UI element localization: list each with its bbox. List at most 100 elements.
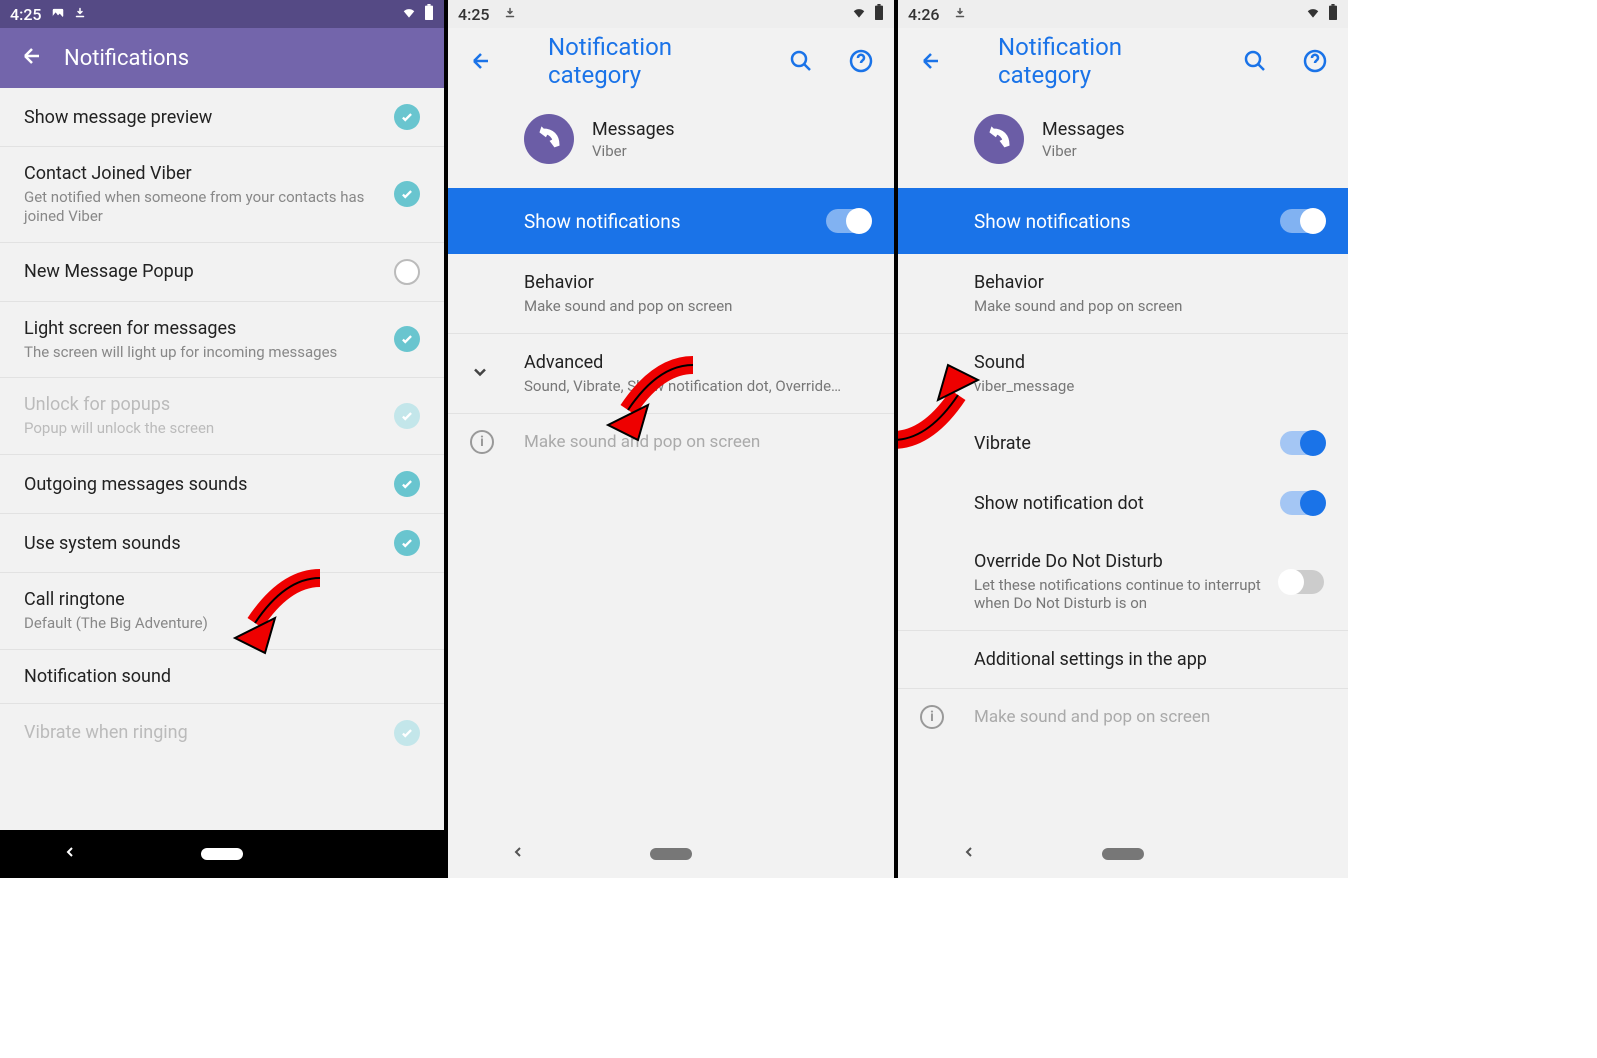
download-icon	[954, 5, 966, 24]
row-title: Contact Joined Viber	[24, 163, 382, 184]
row-title: New Message Popup	[24, 261, 382, 282]
row-notification-sound[interactable]: Notification sound	[0, 650, 444, 704]
status-bar: 4:26	[898, 0, 1348, 28]
app-name: Messages	[592, 119, 675, 140]
back-icon[interactable]	[460, 40, 502, 82]
row-use-system-sounds[interactable]: Use system sounds	[0, 514, 444, 573]
toggle-switch[interactable]	[1280, 431, 1324, 455]
app-bar: Notifications	[0, 28, 444, 88]
nav-back-icon[interactable]	[62, 844, 78, 864]
panel-notification-category-collapsed: 4:25 Notification category Messages Vib	[448, 0, 898, 878]
toggle-switch[interactable]	[826, 209, 870, 233]
search-icon[interactable]	[780, 40, 822, 82]
row-behavior[interactable]: Behavior Make sound and pop on screen	[898, 254, 1348, 334]
info-icon: i	[470, 430, 494, 454]
panel-viber-notifications: 4:25 Notifications	[0, 0, 448, 878]
info-icon: i	[920, 705, 944, 729]
row-title: Call ringtone	[24, 589, 420, 610]
nav-home-icon[interactable]	[201, 848, 243, 860]
nav-back-icon[interactable]	[961, 844, 977, 864]
status-bar: 4:25	[448, 0, 894, 28]
row-vibrate-when-ringing: Vibrate when ringing	[0, 704, 444, 762]
row-title: Vibrate when ringing	[24, 722, 382, 743]
row-subtitle: Let these notifications continue to inte…	[974, 576, 1280, 612]
checkmark-icon[interactable]	[394, 181, 420, 207]
page-title: Notification category	[548, 33, 762, 89]
row-contact-joined[interactable]: Contact Joined Viber Get notified when s…	[0, 147, 444, 243]
row-new-message-popup[interactable]: New Message Popup	[0, 243, 444, 302]
row-subtitle: Get notified when someone from your cont…	[24, 188, 382, 226]
row-title: Show notification dot	[974, 493, 1280, 514]
help-icon[interactable]	[1294, 40, 1336, 82]
app-vendor: Viber	[1042, 142, 1125, 160]
row-show-notifications[interactable]: Show notifications	[448, 188, 894, 254]
toggle-switch[interactable]	[1280, 209, 1324, 233]
row-title: Vibrate	[974, 433, 1280, 454]
row-light-screen[interactable]: Light screen for messages The screen wil…	[0, 302, 444, 379]
nav-bar	[898, 830, 1348, 878]
picture-icon	[50, 5, 66, 24]
battery-icon	[874, 4, 884, 24]
viber-icon	[974, 114, 1024, 164]
nav-home-icon[interactable]	[1102, 848, 1144, 860]
search-icon[interactable]	[1234, 40, 1276, 82]
viber-icon	[524, 114, 574, 164]
row-subtitle: viber_message	[974, 377, 1324, 395]
checkmark-icon[interactable]	[394, 326, 420, 352]
wifi-icon	[1304, 5, 1322, 24]
chevron-down-icon	[470, 362, 490, 386]
hint-text: Make sound and pop on screen	[524, 432, 760, 452]
checkmark-icon[interactable]	[394, 530, 420, 556]
nav-home-icon[interactable]	[650, 848, 692, 860]
status-time: 4:25	[10, 5, 42, 24]
row-subtitle: Default (The Big Adventure)	[24, 614, 420, 633]
row-override-dnd[interactable]: Override Do Not Disturb Let these notifi…	[898, 533, 1348, 631]
row-title: Show message preview	[24, 107, 382, 128]
row-label: Show notifications	[974, 210, 1131, 233]
status-bar: 4:25	[0, 0, 444, 28]
panel-notification-category-expanded: 4:26 Notification category Messages Vib	[898, 0, 1348, 878]
checkmark-icon[interactable]	[394, 104, 420, 130]
row-title: Use system sounds	[24, 533, 382, 554]
toggle-switch[interactable]	[1280, 491, 1324, 515]
row-show-notifications[interactable]: Show notifications	[898, 188, 1348, 254]
toggle-switch[interactable]	[1280, 570, 1324, 594]
row-hint: i Make sound and pop on screen	[898, 689, 1348, 745]
download-icon	[74, 5, 86, 24]
row-title: Sound	[974, 352, 1324, 373]
checkmark-icon[interactable]	[394, 471, 420, 497]
app-name: Messages	[1042, 119, 1125, 140]
app-info-header[interactable]: Messages Viber	[448, 94, 894, 188]
row-vibrate[interactable]: Vibrate	[898, 413, 1348, 473]
help-icon[interactable]	[840, 40, 882, 82]
page-title: Notifications	[64, 46, 189, 71]
row-outgoing-sounds[interactable]: Outgoing messages sounds	[0, 455, 444, 514]
row-title: Behavior	[524, 272, 870, 293]
checkmark-icon[interactable]	[394, 259, 420, 285]
row-sound[interactable]: Sound viber_message	[898, 334, 1348, 413]
checkmark-icon	[394, 720, 420, 746]
status-time: 4:26	[908, 5, 940, 24]
row-title: Advanced	[524, 352, 870, 373]
row-show-message-preview[interactable]: Show message preview	[0, 88, 444, 147]
back-icon[interactable]	[910, 40, 952, 82]
row-title: Outgoing messages sounds	[24, 474, 382, 495]
row-call-ringtone[interactable]: Call ringtone Default (The Big Adventure…	[0, 573, 444, 650]
row-title: Behavior	[974, 272, 1324, 293]
row-title: Notification sound	[24, 666, 420, 687]
row-subtitle: Make sound and pop on screen	[524, 297, 870, 315]
row-subtitle: Make sound and pop on screen	[974, 297, 1324, 315]
row-title: Light screen for messages	[24, 318, 382, 339]
row-subtitle: Popup will unlock the screen	[24, 419, 382, 438]
row-behavior[interactable]: Behavior Make sound and pop on screen	[448, 254, 894, 334]
row-show-dot[interactable]: Show notification dot	[898, 473, 1348, 533]
row-title: Unlock for popups	[24, 394, 382, 415]
row-additional-settings[interactable]: Additional settings in the app	[898, 631, 1348, 689]
row-unlock-popups: Unlock for popups Popup will unlock the …	[0, 378, 444, 455]
battery-icon	[424, 4, 434, 24]
app-info-header[interactable]: Messages Viber	[898, 94, 1348, 188]
back-icon[interactable]	[20, 44, 44, 72]
row-advanced[interactable]: Advanced Sound, Vibrate, Show notificati…	[448, 334, 894, 414]
settings-list: Show message preview Contact Joined Vibe…	[0, 88, 444, 762]
nav-back-icon[interactable]	[510, 844, 526, 864]
